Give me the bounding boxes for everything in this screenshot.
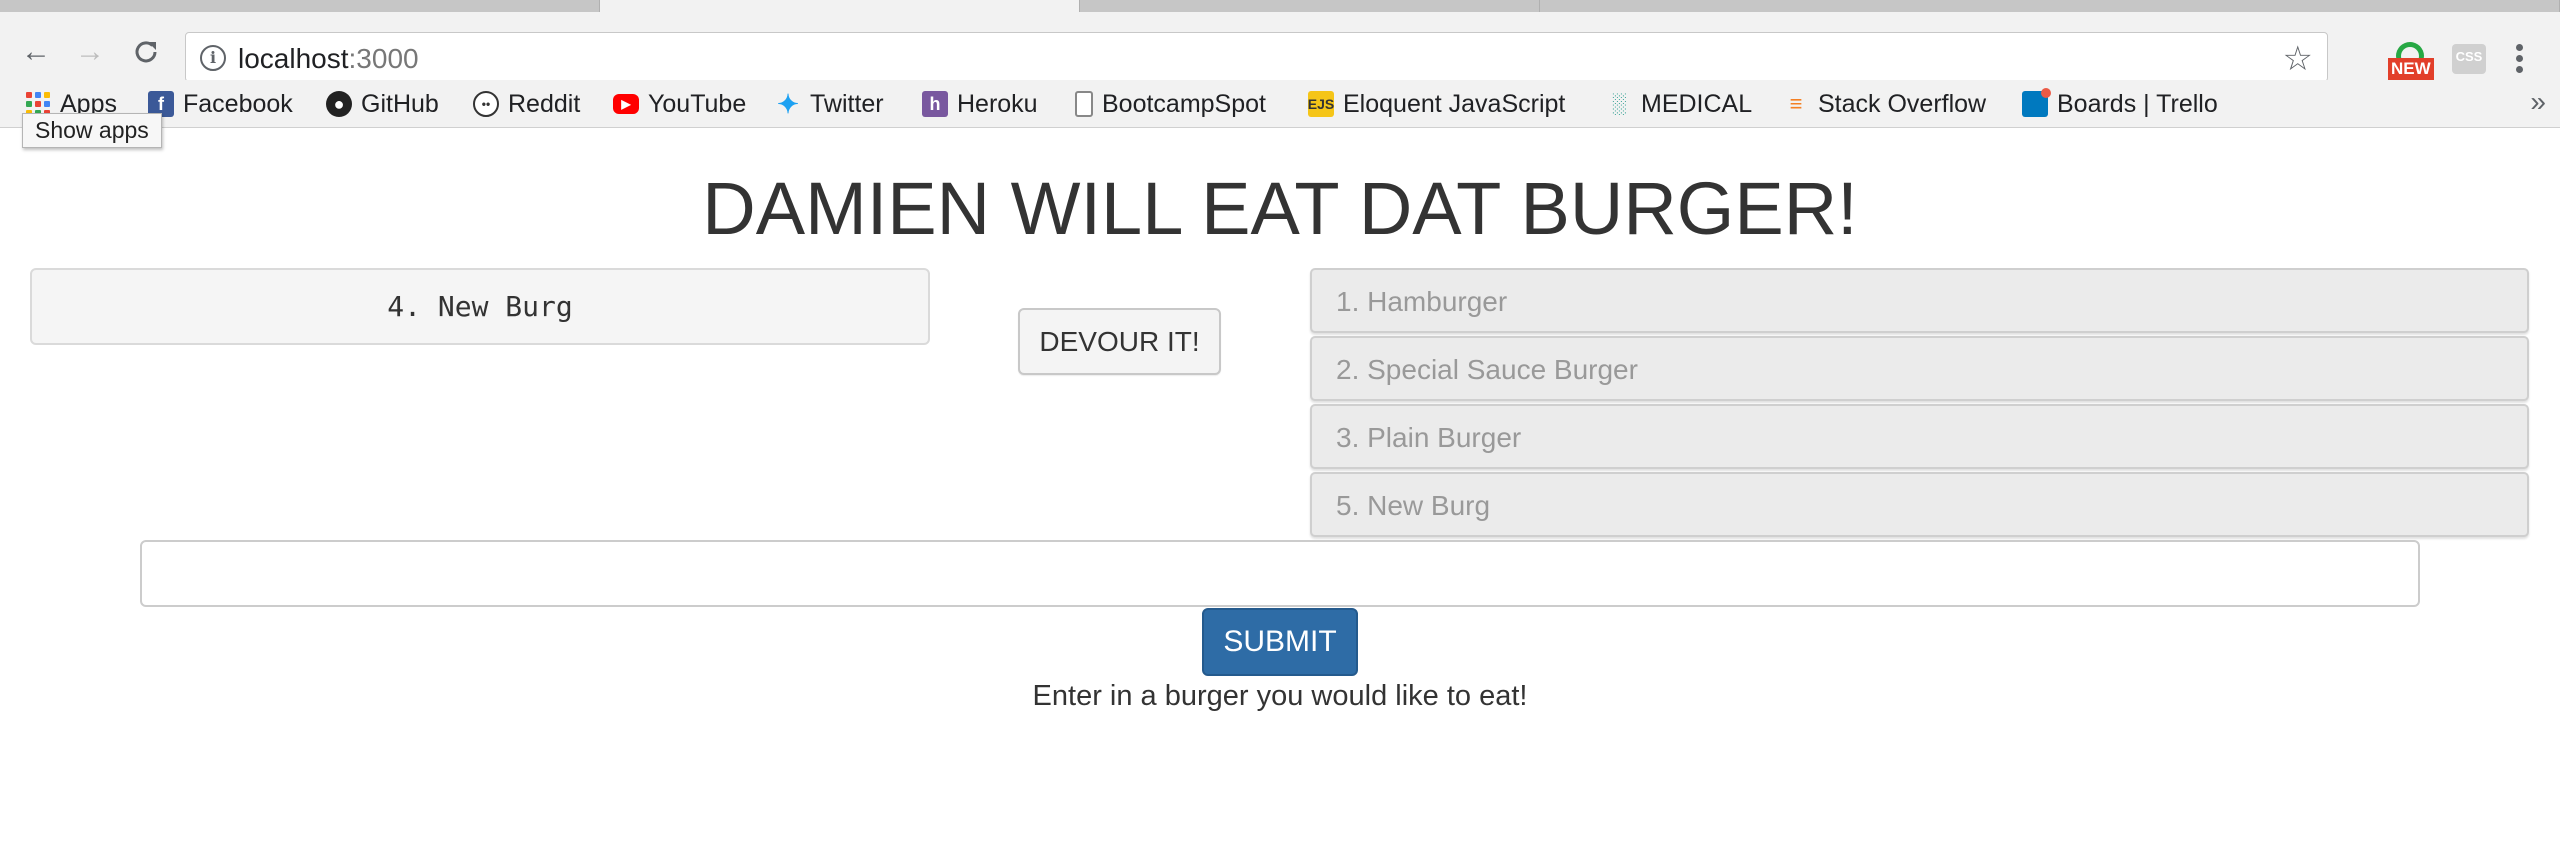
devoured-burger-label: 1. Hamburger	[1336, 286, 1508, 317]
devoured-burger-label: 2. Special Sauce Burger	[1336, 354, 1638, 385]
bookmark-label: GitHub	[361, 89, 439, 118]
info-icon[interactable]: i	[200, 45, 226, 71]
bookmark-label: Reddit	[508, 89, 581, 118]
youtube-icon: ▶	[613, 94, 639, 114]
bookmark-label: Heroku	[957, 89, 1038, 118]
url-port: :3000	[348, 43, 419, 74]
twitter-icon: ✦	[777, 88, 799, 119]
bookmark-label: Eloquent JavaScript	[1343, 89, 1566, 118]
bookmark-trello[interactable]: Boards | Trello	[2022, 84, 2218, 124]
bookmark-label: YouTube	[648, 89, 747, 118]
url-text[interactable]: localhost:3000	[238, 43, 419, 75]
helper-text: Enter in a burger you would like to eat!	[1032, 680, 1528, 712]
devoured-burger-item: 2. Special Sauce Burger	[1310, 336, 2529, 401]
bookmark-label: Twitter	[810, 89, 884, 118]
bookmark-bootcampspot[interactable]: BootcampSpot	[1075, 84, 1266, 124]
devoured-burger-item: 1. Hamburger	[1310, 268, 2529, 333]
bookmark-youtube[interactable]: ▶ YouTube	[613, 84, 746, 124]
bookmark-twitter[interactable]: ✦ Twitter	[775, 84, 884, 124]
extension-new-icon[interactable]: NEW	[2388, 42, 2436, 82]
bookmark-medical[interactable]: ░ MEDICAL	[1606, 84, 1752, 124]
bookmark-eloquent-javascript[interactable]: EJS Eloquent JavaScript	[1308, 84, 1566, 124]
browser-menu-icon[interactable]	[2516, 44, 2526, 74]
devoured-burger-item: 5. New Burg	[1310, 472, 2529, 537]
burger-name-input[interactable]	[140, 540, 2420, 607]
url-host: localhost	[238, 43, 349, 74]
tab-active[interactable]	[600, 0, 1080, 12]
bookmark-label: Facebook	[183, 89, 293, 118]
tab[interactable]	[1540, 0, 2560, 12]
devoured-burger-list: 1. Hamburger 2. Special Sauce Burger 3. …	[1310, 268, 2529, 540]
page-title: DAMIEN WILL EAT DAT BURGER!	[702, 167, 1858, 250]
uneaten-burger-label: 4. New Burg	[387, 290, 573, 323]
bookmark-heroku[interactable]: h Heroku	[922, 84, 1038, 124]
bookmark-label: MEDICAL	[1641, 89, 1753, 118]
bookmark-star-icon[interactable]: ☆	[2283, 39, 2313, 79]
extension-css-icon[interactable]: CSS	[2452, 44, 2486, 74]
reload-icon[interactable]	[128, 34, 164, 70]
tab[interactable]	[1080, 0, 1540, 12]
devoured-burger-item: 3. Plain Burger	[1310, 404, 2529, 469]
reddit-icon: ••	[473, 91, 499, 117]
browser-toolbar: ← → i localhost:3000 ☆ NEW CSS	[0, 12, 2560, 82]
extension-new-badge: NEW	[2388, 58, 2434, 80]
submit-button[interactable]: SUBMIT	[1202, 608, 1358, 676]
bookmark-label: Stack Overflow	[1818, 89, 1987, 118]
bookmark-label: BootcampSpot	[1102, 89, 1266, 118]
bookmark-stack-overflow[interactable]: ≡ Stack Overflow	[1783, 84, 1987, 124]
ejs-icon: EJS	[1308, 91, 1334, 117]
bookmark-github[interactable]: ● GitHub	[326, 84, 439, 124]
uneaten-burger-card: 4. New Burg	[30, 268, 930, 345]
devoured-burger-label: 3. Plain Burger	[1336, 422, 1522, 453]
page-icon	[1075, 91, 1093, 117]
tab[interactable]	[0, 0, 600, 12]
stackoverflow-icon: ≡	[1789, 91, 1803, 116]
trello-icon	[2022, 88, 2051, 117]
back-icon[interactable]: ←	[18, 34, 54, 70]
github-icon: ●	[326, 91, 352, 117]
devoured-burger-label: 5. New Burg	[1336, 490, 1491, 521]
bookmark-reddit[interactable]: •• Reddit	[473, 84, 580, 124]
bookmark-label: Boards | Trello	[2057, 89, 2218, 118]
forward-icon[interactable]: →	[72, 34, 108, 70]
bookmarks-overflow-icon[interactable]: »	[2530, 86, 2546, 118]
show-apps-tooltip: Show apps	[22, 113, 162, 148]
medical-icon: ░	[1611, 92, 1627, 115]
bookmarks-bar: Apps f Facebook ● GitHub •• Reddit ▶ You…	[0, 80, 2560, 128]
bookmark-facebook[interactable]: f Facebook	[148, 84, 293, 124]
heroku-icon: h	[922, 91, 948, 117]
tab-strip	[0, 0, 2560, 12]
address-bar[interactable]: i localhost:3000 ☆	[185, 32, 2328, 82]
devour-button[interactable]: DEVOUR IT!	[1018, 308, 1221, 375]
